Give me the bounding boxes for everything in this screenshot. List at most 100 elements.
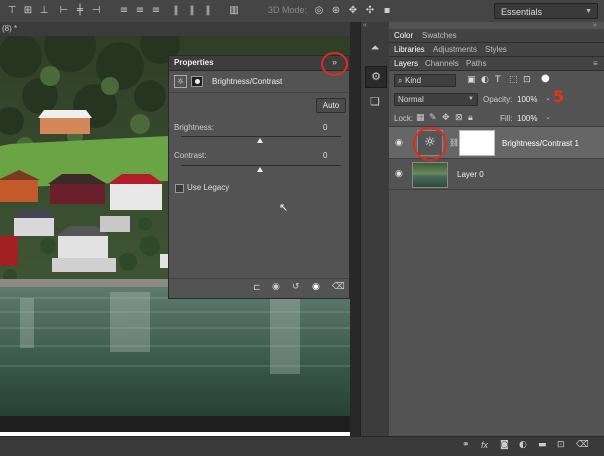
fill-chevron-icon[interactable]: ⌄: [545, 113, 551, 121]
orbit-3d-icon[interactable]: ◎: [313, 5, 325, 17]
align-center-icon[interactable]: ╪: [74, 5, 86, 17]
distribute-center-icon[interactable]: ‖: [186, 5, 198, 17]
contrast-value[interactable]: 0: [323, 151, 327, 160]
layer-mask-thumbnail[interactable]: [459, 130, 495, 156]
tab-paths[interactable]: Paths: [466, 57, 486, 70]
tab-color[interactable]: Color: [394, 29, 413, 42]
auto-button[interactable]: Auto: [316, 98, 346, 113]
brightness-slider-thumb[interactable]: [257, 138, 263, 143]
use-legacy-checkbox[interactable]: [175, 184, 184, 193]
align-bottom-icon[interactable]: ⊥: [38, 5, 50, 17]
clip-to-layer-icon[interactable]: ⊏: [253, 283, 261, 293]
contrast-label: Contrast:: [174, 151, 207, 160]
chain-link-icon[interactable]: ⛓︎: [449, 138, 459, 147]
thumbnail-highlight-ring: [413, 127, 447, 161]
align-left-icon[interactable]: ⊢: [58, 5, 70, 17]
lock-position-icon[interactable]: ✥: [442, 113, 450, 123]
trash-icon[interactable]: ⌫: [332, 282, 345, 292]
collapse-dock-icon[interactable]: «: [363, 22, 367, 29]
opacity-value[interactable]: 100%: [517, 95, 537, 104]
chevron-down-icon: ▼: [468, 96, 474, 102]
filter-adjustment-icon[interactable]: ◐: [481, 75, 489, 85]
lock-all-icon[interactable]: 🔒︎: [468, 113, 473, 123]
filter-type-icon[interactable]: T: [495, 75, 501, 85]
panel-gutter: [350, 22, 360, 436]
filter-toggle-icon[interactable]: ●: [541, 73, 550, 84]
reset-icon[interactable]: ↺: [292, 282, 300, 292]
distribute-bottom-icon[interactable]: ≡: [150, 5, 162, 17]
new-layer-icon[interactable]: ⊡: [557, 440, 565, 450]
fill-value[interactable]: 100%: [517, 114, 537, 123]
new-adjustment-icon[interactable]: ◐: [519, 440, 527, 450]
lock-transparent-icon[interactable]: ▦: [416, 113, 425, 123]
library-tabs: Libraries Adjustments Styles: [389, 43, 604, 57]
slide-3d-icon[interactable]: ✣: [364, 5, 376, 17]
link-layers-icon[interactable]: ⚭: [462, 440, 470, 450]
properties-panel: Properties » ☼ Brightness/Contrast Auto …: [168, 55, 350, 299]
lock-label: Lock:: [394, 114, 414, 123]
layer-thumbnail[interactable]: [412, 162, 448, 188]
expand-dock-icon[interactable]: »: [593, 22, 597, 29]
new-group-icon[interactable]: ▬: [538, 440, 547, 450]
panel-dock-strip: « ⏶ ⚙ ❏: [360, 22, 390, 436]
layer-row-layer-0[interactable]: ◉ Layer 0: [389, 159, 604, 190]
view-previous-icon[interactable]: ◉: [272, 282, 280, 292]
mask-icon[interactable]: [191, 76, 203, 87]
visibility-eye-icon[interactable]: ◉: [395, 169, 403, 179]
align-right-icon[interactable]: ⊣: [90, 5, 102, 17]
auto-align-icon[interactable]: ▥: [228, 5, 240, 17]
fx-icon[interactable]: fx: [481, 440, 488, 450]
filter-smart-object-icon[interactable]: ⊡: [523, 75, 531, 85]
adjustments-panel-icon[interactable]: ⚙: [365, 66, 387, 88]
blend-mode-select[interactable]: Normal ▼: [394, 93, 478, 106]
panel-menu-icon[interactable]: ≡: [593, 59, 598, 68]
collapse-highlight-ring: [321, 52, 348, 76]
document-tab[interactable]: (8) *: [0, 22, 362, 36]
add-mask-icon[interactable]: ◙: [500, 440, 509, 450]
tab-adjustments[interactable]: Adjustments: [433, 43, 477, 56]
pan-3d-icon[interactable]: ✥: [347, 5, 359, 17]
distribute-left-icon[interactable]: ‖: [170, 5, 182, 17]
opacity-label: Opacity:: [483, 95, 513, 104]
step-5-annotation: 5: [553, 87, 565, 106]
delete-layer-icon[interactable]: ⌫: [576, 440, 589, 450]
scale-3d-icon[interactable]: ▪: [381, 5, 393, 17]
options-bar: ⊤ ⊞ ⊥ ⊢ ╪ ⊣ ≡ ≡ ≡ ‖ ‖ ‖ ▥ 3D Mode: ◎ ⊛ ✥…: [0, 0, 604, 23]
brightness-value[interactable]: 0: [323, 123, 327, 132]
color-tabs: Color Swatches: [389, 29, 604, 43]
contrast-slider[interactable]: [181, 165, 341, 166]
tab-channels[interactable]: Channels: [425, 57, 459, 70]
tab-swatches[interactable]: Swatches: [422, 29, 457, 42]
distribute-right-icon[interactable]: ‖: [202, 5, 214, 17]
fill-label: Fill:: [500, 114, 513, 123]
brightness-label: Brightness:: [174, 123, 215, 132]
align-middle-icon[interactable]: ⊞: [22, 5, 34, 17]
layer-name[interactable]: Brightness/Contrast 1: [502, 139, 579, 148]
lock-artboard-icon[interactable]: ⊠: [455, 113, 463, 123]
filter-shape-icon[interactable]: ⬚: [509, 75, 518, 85]
roll-3d-icon[interactable]: ⊛: [330, 5, 342, 17]
tab-styles[interactable]: Styles: [485, 43, 507, 56]
filter-pixel-icon[interactable]: ▣: [467, 75, 476, 85]
align-top-icon[interactable]: ⊤: [6, 5, 18, 17]
brightness-slider[interactable]: [181, 136, 341, 137]
layer-name[interactable]: Layer 0: [457, 170, 484, 179]
tab-layers[interactable]: Layers: [394, 57, 418, 70]
chevron-down-icon: ▼: [585, 8, 592, 15]
visibility-eye-icon[interactable]: ◉: [312, 282, 320, 292]
visibility-eye-icon[interactable]: ◉: [395, 138, 403, 148]
filter-kind-select[interactable]: ⌕ Kind: [394, 74, 456, 87]
filter-kind-value: Kind: [405, 76, 422, 85]
workspace-switcher[interactable]: Essentials ▼: [494, 3, 598, 19]
contrast-slider-thumb[interactable]: [257, 167, 263, 172]
actions-icon[interactable]: ❏: [365, 92, 385, 112]
adjustment-name: Brightness/Contrast: [212, 77, 283, 86]
distribute-top-icon[interactable]: ≡: [118, 5, 130, 17]
tab-libraries[interactable]: Libraries: [394, 43, 425, 56]
brightness-contrast-icon: ☼: [174, 75, 187, 88]
opacity-chevron-icon[interactable]: ⌄: [545, 94, 551, 102]
distribute-middle-icon[interactable]: ≡: [134, 5, 146, 17]
history-icon[interactable]: ⏶: [365, 38, 385, 58]
use-legacy-label: Use Legacy: [187, 183, 230, 192]
lock-image-icon[interactable]: ✎: [429, 113, 437, 123]
